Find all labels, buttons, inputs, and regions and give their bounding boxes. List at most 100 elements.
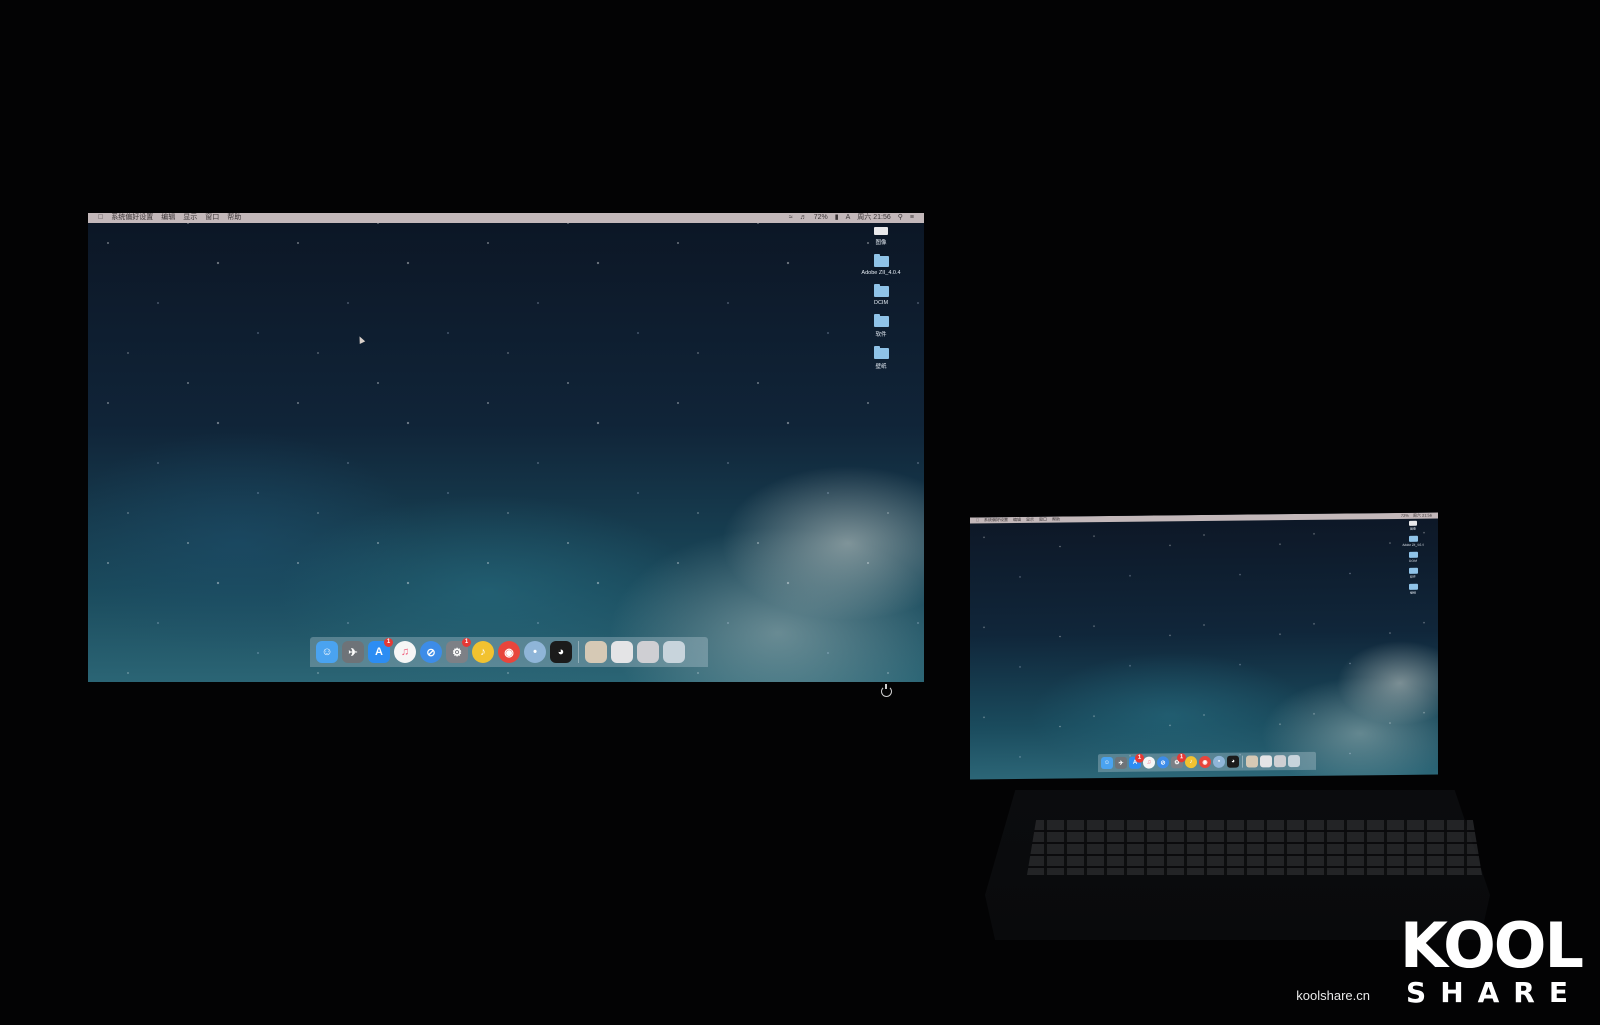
menu-bar:  系统偏好设置 编辑 显示 窗口 帮助 ≈ ♬ 72% ▮ A 周六 21:5…: [88, 213, 924, 223]
apple-menu-icon[interactable]: : [976, 517, 979, 523]
folder-icon: [873, 254, 889, 267]
clock[interactable]: 周六 21:56: [857, 213, 890, 223]
desktop-icons: 图像 Adobe ZII_4.0.4 DCIM 软件 壁纸: [858, 225, 904, 380]
menu-view[interactable]: 显示: [183, 213, 197, 223]
wallpaper-stars: [88, 213, 924, 682]
monitor-power-icon[interactable]: [881, 684, 892, 697]
battery-percent[interactable]: 72%: [814, 213, 828, 223]
folder-icon: [873, 284, 889, 297]
trash-icon[interactable]: [1288, 754, 1300, 768]
desktop-item-adobe-zii[interactable]: Adobe ZII_4.0.4: [1400, 535, 1426, 547]
desktop-item-drive[interactable]: 图像: [858, 225, 904, 246]
desktop-item-software[interactable]: 软件: [858, 314, 904, 338]
dock: ☺ ✈ A 1 ♫ ⊘ ⚙ 1 ♪ ◉ • ◕: [310, 637, 708, 667]
external-monitor-screen:  系统偏好设置 编辑 显示 窗口 帮助 ≈ ♬ 72% ▮ A 周六 21:5…: [88, 213, 924, 682]
watermark-url: koolshare.cn: [1296, 988, 1370, 1003]
system-preferences-icon[interactable]: ⚙ 1: [1171, 753, 1186, 769]
folder-icon: [873, 346, 889, 359]
battery-icon[interactable]: ▮: [835, 213, 839, 223]
qq-music-icon[interactable]: ♪: [472, 641, 494, 663]
dock-separator: [578, 641, 579, 663]
desktop-item-wallpaper[interactable]: 壁纸: [858, 346, 904, 370]
system-preferences-icon[interactable]: ⚙ 1: [446, 638, 471, 663]
desktop-item-adobe-zii[interactable]: Adobe ZII_4.0.4: [858, 254, 904, 276]
downloads-stack-icon[interactable]: [637, 641, 659, 663]
desktop-item-label: 壁纸: [1409, 590, 1416, 595]
finder-icon[interactable]: ☺: [316, 641, 338, 663]
menu-edit[interactable]: 编辑: [161, 213, 175, 223]
battery-percent[interactable]: 72%: [1401, 513, 1409, 519]
drive-icon: [1409, 520, 1417, 526]
notification-center-icon[interactable]: ≡: [910, 213, 914, 223]
app-icon[interactable]: •: [524, 641, 546, 663]
desktop-item-drive[interactable]: 图像: [1400, 520, 1426, 531]
desktop-item-label: 软件: [875, 332, 887, 338]
folder-icon: [1408, 583, 1418, 590]
desktop-item-label: DCIM: [873, 300, 889, 306]
menu-window[interactable]: 窗口: [205, 213, 219, 223]
itunes-icon[interactable]: ♫: [394, 641, 416, 663]
desktop-item-label: 图像: [875, 240, 887, 246]
folder-icon: [1408, 567, 1418, 574]
desktop-item-dcim[interactable]: DCIM: [858, 284, 904, 306]
menu-window[interactable]: 窗口: [1039, 517, 1047, 523]
qq-icon[interactable]: ◕: [550, 641, 572, 663]
dock-separator: [1242, 755, 1243, 768]
menu-view[interactable]: 显示: [1026, 517, 1034, 523]
folder-icon: [1408, 551, 1418, 558]
notification-badge: 1: [462, 638, 471, 647]
volume-icon[interactable]: ♬: [800, 213, 807, 223]
desktop-item-label: 图像: [1409, 526, 1416, 531]
trash-icon[interactable]: [663, 641, 685, 663]
photo-scene:  系统偏好设置 编辑 显示 窗口 帮助 ≈ ♬ 72% ▮ A 周六 21:5…: [0, 0, 1600, 1025]
laptop-dock: ☺ ✈ A 1 ♫ ⊘ ⚙ 1 ♪ ◉ • ◕: [1098, 751, 1316, 773]
watermark-logo-text: KOOL: [1399, 909, 1584, 982]
input-source[interactable]: A: [846, 213, 851, 223]
spotlight-search-icon[interactable]: ⚲: [898, 213, 903, 223]
desktop-item-label: Adobe ZII_4.0.4: [861, 270, 901, 276]
apple-menu-icon[interactable]: : [98, 213, 103, 223]
app-icon[interactable]: •: [1213, 755, 1225, 768]
desktop-item-label: Adobe ZII_4.0.4: [1402, 542, 1424, 547]
chrome-icon[interactable]: ◉: [498, 641, 520, 663]
qq-music-icon[interactable]: ♪: [1185, 756, 1197, 769]
desktop-item-software[interactable]: 软件: [1400, 567, 1426, 579]
desktop-item-dcim[interactable]: DCIM: [1400, 551, 1426, 563]
launchpad-icon[interactable]: ✈: [1115, 756, 1127, 769]
notification-badge: 1: [384, 638, 393, 647]
launchpad-icon[interactable]: ✈: [342, 641, 364, 663]
wifi-icon[interactable]: ≈: [789, 213, 793, 223]
menu-system-preferences[interactable]: 系统偏好设置: [984, 517, 1008, 523]
laptop-desktop-icons: 图像 Adobe ZII_4.0.4 DCIM 软件 壁纸: [1400, 520, 1426, 600]
chrome-icon[interactable]: ◉: [1199, 755, 1211, 769]
qq-icon[interactable]: ◕: [1227, 755, 1239, 768]
clock[interactable]: 周六 21:56: [1413, 513, 1432, 519]
watermark-logo-subtext: SHARE: [1406, 976, 1582, 1009]
laptop-screen:  系统偏好设置 编辑 显示 窗口 帮助 72% 周六 21:56 图像 Ado…: [970, 512, 1438, 780]
folder-icon: [1408, 535, 1418, 542]
document-stack-icon[interactable]: [611, 641, 633, 663]
desktop-item-label: 软件: [1409, 574, 1416, 579]
app-store-icon[interactable]: A1: [368, 638, 393, 663]
preview-doc-icon[interactable]: [585, 641, 607, 663]
folder-icon: [873, 314, 889, 327]
preview-doc-icon[interactable]: [1246, 755, 1258, 768]
safari-icon[interactable]: ⊘: [1157, 756, 1169, 769]
laptop-keyboard: [1027, 820, 1482, 875]
itunes-icon[interactable]: ♫: [1143, 756, 1155, 769]
desktop-item-label: DCIM: [1409, 558, 1417, 563]
watermark-logo: KOOL SHARE: [1399, 909, 1584, 1009]
wallpaper-stars: [970, 512, 1438, 780]
menu-help[interactable]: 帮助: [1052, 517, 1060, 523]
drive-icon: [874, 227, 888, 235]
menu-edit[interactable]: 编辑: [1013, 517, 1021, 523]
desktop-item-label: 壁纸: [875, 364, 887, 370]
menu-help[interactable]: 帮助: [227, 213, 241, 223]
finder-icon[interactable]: ☺: [1101, 756, 1113, 770]
menu-system-preferences[interactable]: 系统偏好设置: [111, 213, 153, 223]
app-store-icon[interactable]: A1: [1129, 753, 1144, 769]
document-stack-icon[interactable]: [1260, 755, 1272, 768]
desktop-item-wallpaper[interactable]: 壁纸: [1400, 583, 1426, 595]
safari-icon[interactable]: ⊘: [420, 641, 442, 663]
downloads-stack-icon[interactable]: [1274, 755, 1286, 768]
